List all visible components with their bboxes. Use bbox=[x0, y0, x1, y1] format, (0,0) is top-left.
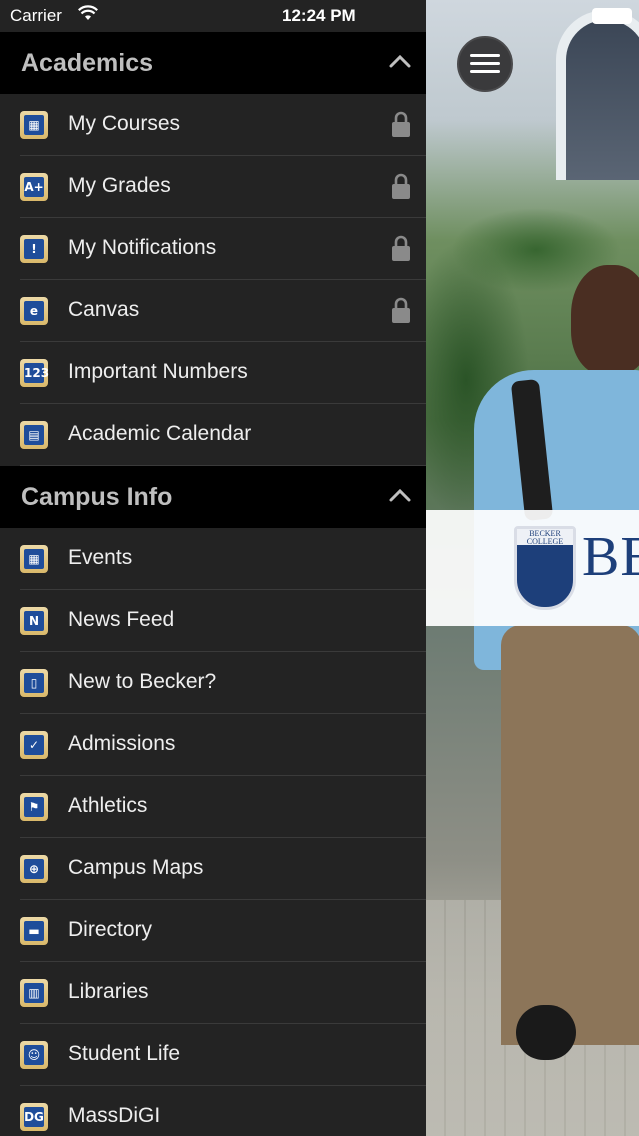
side-drawer: Academics ▦ My Courses A+ My Grades! My Notif… bbox=[0, 0, 426, 1136]
section-header-academics[interactable]: Academics bbox=[0, 32, 426, 94]
menu-item-my-courses[interactable]: ▦ My Courses bbox=[0, 94, 426, 156]
student-life-icon: ☺ bbox=[20, 1041, 48, 1069]
building-arch bbox=[556, 10, 639, 180]
calendar-icon: ▤ bbox=[20, 421, 48, 449]
directory-icon: ▬ bbox=[20, 917, 48, 945]
student-pants bbox=[501, 625, 639, 1045]
lock-icon bbox=[392, 235, 410, 261]
checkbox-icon: ✓ bbox=[20, 731, 48, 759]
carrier-label: Carrier bbox=[10, 6, 62, 25]
menu-item-label: Student Life bbox=[68, 1042, 181, 1065]
icon-glyph: DG bbox=[24, 1107, 44, 1127]
icon-glyph: ▯ bbox=[24, 673, 44, 693]
status-bar: Carrier 12:24 PM bbox=[0, 0, 639, 32]
icon-glyph: ▥ bbox=[24, 983, 44, 1003]
menu-item-libraries[interactable]: ▥ Libraries bbox=[0, 962, 426, 1024]
clock: 12:24 PM bbox=[282, 6, 356, 25]
lock-icon bbox=[392, 297, 410, 323]
menu-item-student-life[interactable]: ☺ Student Life bbox=[0, 1024, 426, 1086]
menu-item-label: New to Becker? bbox=[68, 670, 217, 693]
lock-icon bbox=[392, 111, 410, 137]
menu-item-label: Admissions bbox=[68, 732, 176, 755]
menu-item-label: Libraries bbox=[68, 980, 149, 1003]
menu-item-my-grades[interactable]: A+ My Grades bbox=[0, 156, 426, 218]
section-title: Campus Info bbox=[21, 482, 173, 511]
crest-text: BECKER COLLEGE bbox=[526, 529, 564, 546]
menu-item-label: Important Numbers bbox=[68, 360, 248, 383]
icon-glyph: ☺ bbox=[24, 1045, 44, 1065]
icon-glyph: ✓ bbox=[24, 735, 44, 755]
section-title: Academics bbox=[21, 48, 154, 77]
wifi-icon bbox=[78, 5, 98, 20]
notifications-icon: ! bbox=[20, 235, 48, 263]
menu-item-label: Canvas bbox=[68, 298, 140, 321]
icon-glyph: ! bbox=[24, 239, 44, 259]
menu-item-label: MassDiGI bbox=[68, 1104, 161, 1127]
door-icon: ▯ bbox=[20, 669, 48, 697]
menu-item-directory[interactable]: ▬ Directory bbox=[0, 900, 426, 962]
news-icon: N bbox=[20, 607, 48, 635]
lock-icon bbox=[392, 173, 410, 199]
menu-item-label: My Grades bbox=[68, 174, 171, 197]
menu-item-label: My Notifications bbox=[68, 236, 217, 259]
chevron-up-icon bbox=[389, 488, 411, 502]
icon-glyph: A+ bbox=[24, 177, 44, 197]
icon-glyph: N bbox=[24, 611, 44, 631]
courses-icon: ▦ bbox=[20, 111, 48, 139]
canvas-icon: e bbox=[20, 297, 48, 325]
hamburger-menu-icon bbox=[470, 54, 500, 74]
icon-glyph: ▬ bbox=[24, 921, 44, 941]
chevron-up-icon bbox=[389, 54, 411, 68]
icon-glyph: ⚑ bbox=[24, 797, 44, 817]
icon-glyph: ▦ bbox=[24, 549, 44, 569]
menu-item-athletics[interactable]: ⚑ Athletics bbox=[0, 776, 426, 838]
massdigi-icon: DG bbox=[20, 1103, 48, 1131]
icon-glyph: e bbox=[24, 301, 44, 321]
menu-item-admissions[interactable]: ✓ Admissions bbox=[0, 714, 426, 776]
section-header-campus-info[interactable]: Campus Info bbox=[0, 466, 426, 528]
events-icon: ▦ bbox=[20, 545, 48, 573]
menu-item-label: News Feed bbox=[68, 608, 175, 631]
grades-icon: A+ bbox=[20, 173, 48, 201]
menu-item-label: Academic Calendar bbox=[68, 422, 252, 445]
icon-glyph: ⊕ bbox=[24, 859, 44, 879]
menu-item-events[interactable]: ▦ Events bbox=[0, 528, 426, 590]
menu-item-massdigi[interactable]: DG MassDiGI bbox=[0, 1086, 426, 1136]
map-icon: ⊕ bbox=[20, 855, 48, 883]
student-head bbox=[571, 265, 639, 375]
athletics-icon: ⚑ bbox=[20, 793, 48, 821]
menu-item-label: Directory bbox=[68, 918, 153, 941]
menu-item-label: Athletics bbox=[68, 794, 148, 817]
menu-item-new-to-becker[interactable]: ▯ New to Becker? bbox=[0, 652, 426, 714]
student-shoe bbox=[516, 1005, 576, 1060]
battery-icon bbox=[592, 8, 632, 24]
hero-photo: BECKER COLLEGE BE bbox=[426, 0, 639, 1136]
college-wordmark: BE bbox=[582, 526, 639, 588]
hamburger-menu-button[interactable] bbox=[457, 36, 513, 92]
library-icon: ▥ bbox=[20, 979, 48, 1007]
icon-glyph: 123 bbox=[24, 363, 49, 383]
menu-item-campus-maps[interactable]: ⊕ Campus Maps bbox=[0, 838, 426, 900]
icon-glyph: ▦ bbox=[24, 115, 44, 135]
menu-item-important-numbers[interactable]: 123 Important Numbers bbox=[0, 342, 426, 404]
menu-item-label: My Courses bbox=[68, 112, 181, 135]
menu-item-label: Campus Maps bbox=[68, 856, 204, 879]
menu-item-academic-calendar[interactable]: ▤ Academic Calendar bbox=[0, 404, 426, 466]
important-numbers-icon: 123 bbox=[20, 359, 49, 387]
icon-glyph: ▤ bbox=[24, 425, 44, 445]
menu-item-my-notifications[interactable]: ! My Notifications bbox=[0, 218, 426, 280]
menu-item-canvas[interactable]: e Canvas bbox=[0, 280, 426, 342]
menu-item-label: Events bbox=[68, 546, 133, 569]
menu-item-news-feed[interactable]: N News Feed bbox=[0, 590, 426, 652]
